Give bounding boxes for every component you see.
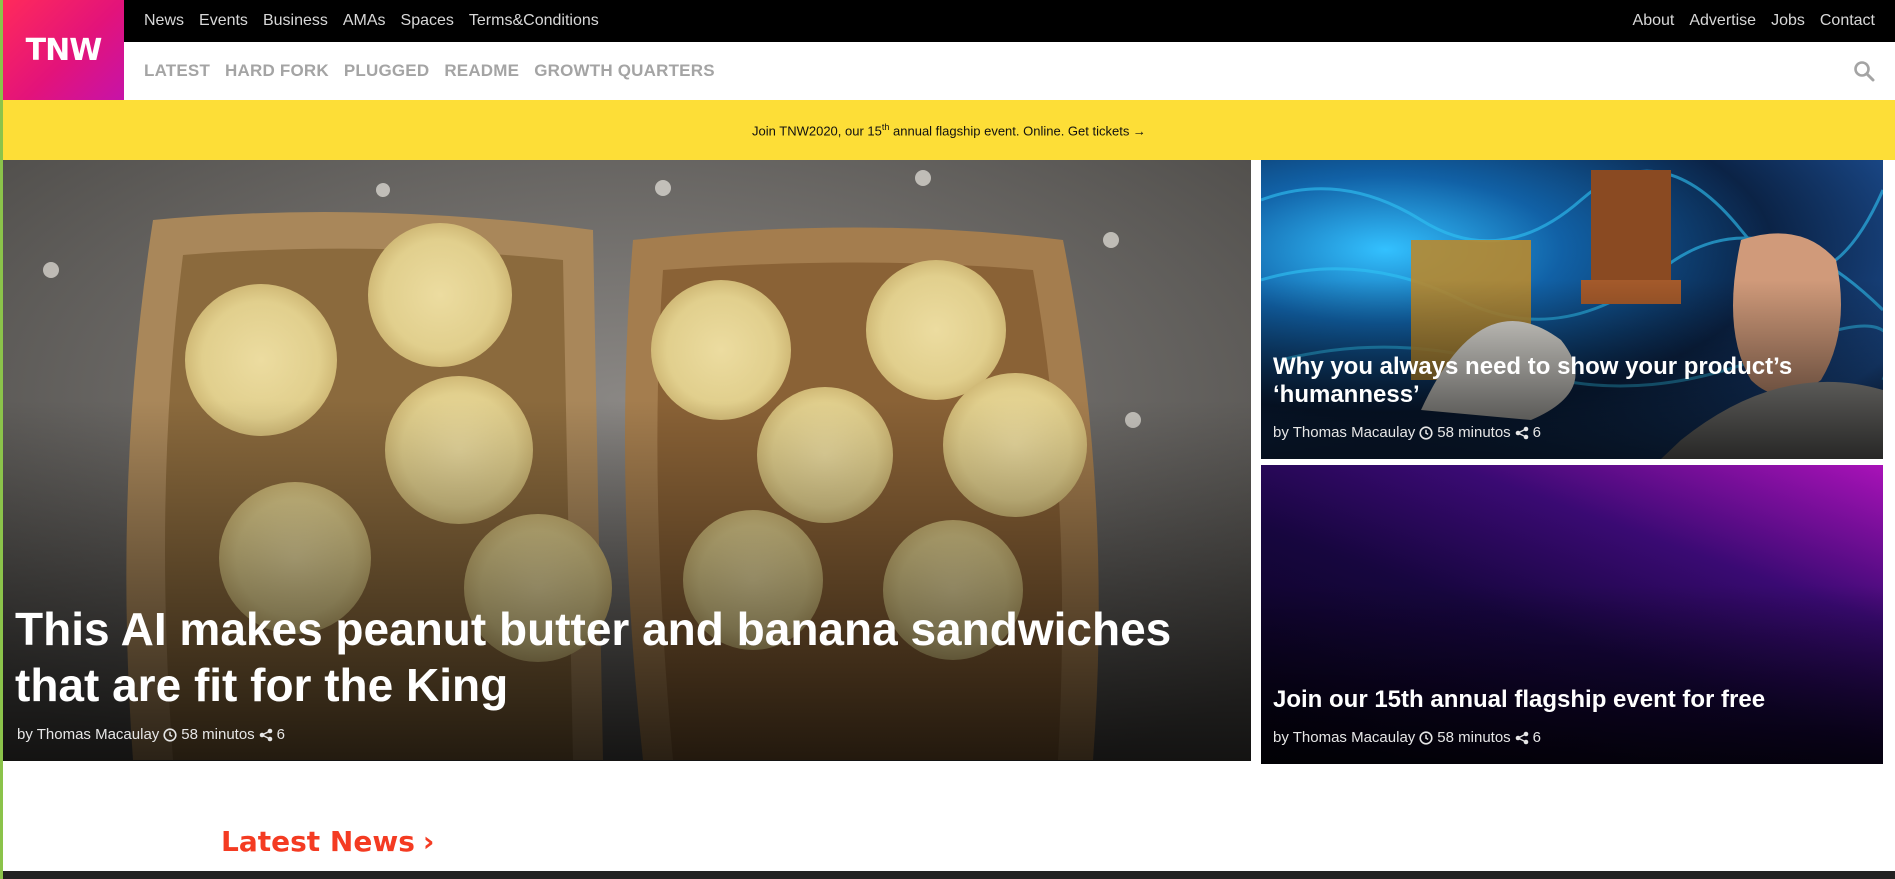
clock-icon xyxy=(1419,425,1433,440)
hero-time: 58 minutos xyxy=(181,726,255,743)
hero-title[interactable]: This AI makes peanut butter and banana s… xyxy=(15,601,1245,713)
tnw-logo[interactable]: TNW xyxy=(3,0,124,100)
side-article-2-meta: by Thomas Macaulay 58 minutos 6 xyxy=(1273,729,1541,746)
search-icon[interactable] xyxy=(1853,60,1875,82)
nav-link-contact[interactable]: Contact xyxy=(1820,12,1875,30)
section-link-growth-quarters[interactable]: GROWTH QUARTERS xyxy=(534,61,715,81)
banner-text-start: Join TNW2020, our 15 xyxy=(752,123,882,139)
nav-link-events[interactable]: Events xyxy=(199,12,248,30)
nav-link-about[interactable]: About xyxy=(1633,12,1675,30)
side-article-1-time: 58 minutos xyxy=(1437,424,1511,441)
section-nav: LATEST HARD FORK PLUGGED README GROWTH Q… xyxy=(124,42,1895,100)
top-nav: News Events Business AMAs Spaces Terms&C… xyxy=(124,0,1895,42)
news-strip xyxy=(3,871,1895,879)
share-icon xyxy=(1515,426,1528,439)
hero-share-count: 6 xyxy=(276,726,286,743)
logo-text: TNW xyxy=(25,32,103,68)
clock-icon xyxy=(163,727,177,742)
banner-text-end[interactable]: annual flagship event. Online. Get ticke… xyxy=(889,123,1146,138)
side-article-flagship-event[interactable]: Join our 15th annual flagship event for … xyxy=(1261,465,1883,764)
hero-article[interactable]: This AI makes peanut butter and banana s… xyxy=(3,160,1251,761)
latest-news-heading[interactable]: Latest News › xyxy=(221,825,434,858)
top-nav-left: News Events Business AMAs Spaces Terms&C… xyxy=(144,12,599,30)
side-article-1-meta: by Thomas Macaulay 58 minutos 6 xyxy=(1273,424,1541,441)
side-article-1-author[interactable]: by Thomas Macaulay xyxy=(1273,424,1415,441)
section-link-hard-fork[interactable]: HARD FORK xyxy=(225,61,329,81)
hero-author[interactable]: by Thomas Macaulay xyxy=(17,726,159,743)
nav-link-jobs[interactable]: Jobs xyxy=(1771,12,1805,30)
nav-link-news[interactable]: News xyxy=(144,12,184,30)
section-link-latest[interactable]: LATEST xyxy=(144,61,210,81)
nav-link-terms[interactable]: Terms&Conditions xyxy=(469,12,599,30)
side-article-1-share-count: 6 xyxy=(1532,424,1542,441)
side-article-humanness[interactable]: Why you always need to show your product… xyxy=(1261,160,1883,459)
promo-banner-text: Join TNW2020, our 15th annual flagship e… xyxy=(752,122,1146,138)
clock-icon xyxy=(1419,730,1433,745)
chevron-right-icon: › xyxy=(422,825,435,858)
promo-banner[interactable]: Join TNW2020, our 15th annual flagship e… xyxy=(3,100,1895,160)
section-link-plugged[interactable]: PLUGGED xyxy=(344,61,429,81)
side-article-1-title[interactable]: Why you always need to show your product… xyxy=(1273,353,1873,409)
hero-meta: by Thomas Macaulay 58 minutos 6 xyxy=(17,726,285,743)
nav-link-spaces[interactable]: Spaces xyxy=(401,12,454,30)
nav-link-advertise[interactable]: Advertise xyxy=(1689,12,1756,30)
side-article-2-author[interactable]: by Thomas Macaulay xyxy=(1273,729,1415,746)
top-nav-right: About Advertise Jobs Contact xyxy=(1633,12,1875,30)
section-link-readme[interactable]: README xyxy=(444,61,519,81)
share-icon xyxy=(259,728,272,741)
side-article-2-time: 58 minutos xyxy=(1437,729,1511,746)
nav-link-business[interactable]: Business xyxy=(263,12,328,30)
latest-news-label: Latest News xyxy=(221,825,415,858)
side-article-2-share-count: 6 xyxy=(1532,729,1542,746)
side-article-2-title[interactable]: Join our 15th annual flagship event for … xyxy=(1273,686,1873,714)
nav-link-amas[interactable]: AMAs xyxy=(343,12,386,30)
share-icon xyxy=(1515,731,1528,744)
